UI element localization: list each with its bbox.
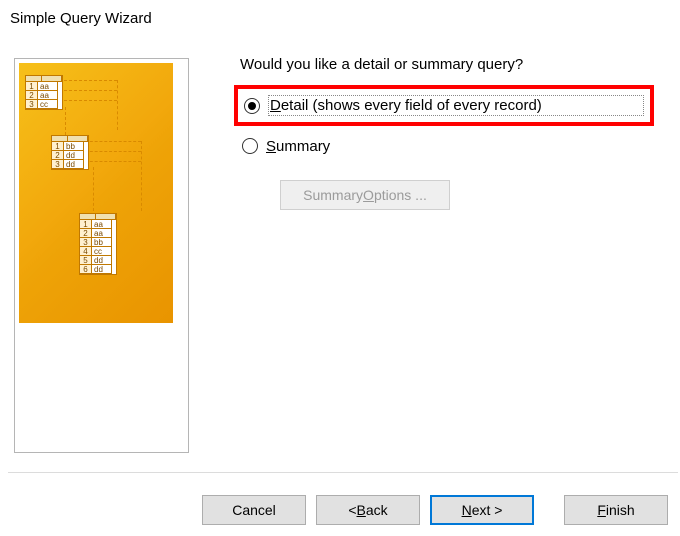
footer: Cancel < Back Next > Finish — [0, 490, 680, 530]
mnemonic: N — [462, 502, 472, 518]
preview-graphic: 1aa 2aa 3cc 1bb 2dd 3dd 1aa 2aa 3bb — [19, 63, 173, 323]
connector-line — [59, 90, 117, 91]
connector-line — [85, 151, 141, 152]
connector-line — [141, 141, 142, 211]
preview-pane: 1aa 2aa 3cc 1bb 2dd 3dd 1aa 2aa 3bb — [14, 58, 189, 453]
mnemonic: S — [266, 138, 276, 155]
detail-radio-label[interactable]: Detail (shows every field of every recor… — [268, 95, 644, 116]
cancel-button[interactable]: Cancel — [202, 495, 306, 525]
footer-separator — [8, 472, 678, 473]
connector-line — [59, 80, 117, 81]
summary-radio-row: Summary — [242, 134, 670, 158]
mnemonic: B — [357, 502, 366, 518]
mnemonic: F — [597, 502, 606, 518]
connector-line — [93, 167, 94, 211]
next-button[interactable]: Next > — [430, 495, 534, 525]
summary-radio[interactable] — [242, 138, 258, 154]
back-button[interactable]: < Back — [316, 495, 420, 525]
summary-radio-label[interactable]: Summary — [266, 138, 330, 155]
summary-options-button: Summary Options ... — [280, 180, 450, 210]
preview-table-2: 1bb 2dd 3dd — [51, 135, 89, 170]
connector-line — [117, 80, 118, 130]
detail-radio[interactable] — [244, 98, 260, 114]
preview-table-3: 1aa 2aa 3bb 4cc 5dd 6dd — [79, 213, 117, 275]
mnemonic: O — [363, 187, 374, 203]
connector-line — [85, 141, 141, 142]
connector-line — [85, 161, 141, 162]
wizard-window: Simple Query Wizard 1aa 2aa — [0, 0, 680, 536]
content-area: 1aa 2aa 3cc 1bb 2dd 3dd 1aa 2aa 3bb — [0, 50, 680, 470]
preview-table-1: 1aa 2aa 3cc — [25, 75, 63, 110]
highlight-annotation: Detail (shows every field of every recor… — [234, 85, 654, 126]
mnemonic: D — [270, 97, 281, 114]
options-area: Would you like a detail or summary query… — [240, 56, 670, 210]
connector-line — [65, 107, 66, 135]
connector-line — [59, 100, 117, 101]
finish-button[interactable]: Finish — [564, 495, 668, 525]
question-label: Would you like a detail or summary query… — [240, 56, 670, 73]
window-title: Simple Query Wizard — [10, 10, 152, 27]
summary-options-wrap: Summary Options ... — [280, 180, 670, 210]
